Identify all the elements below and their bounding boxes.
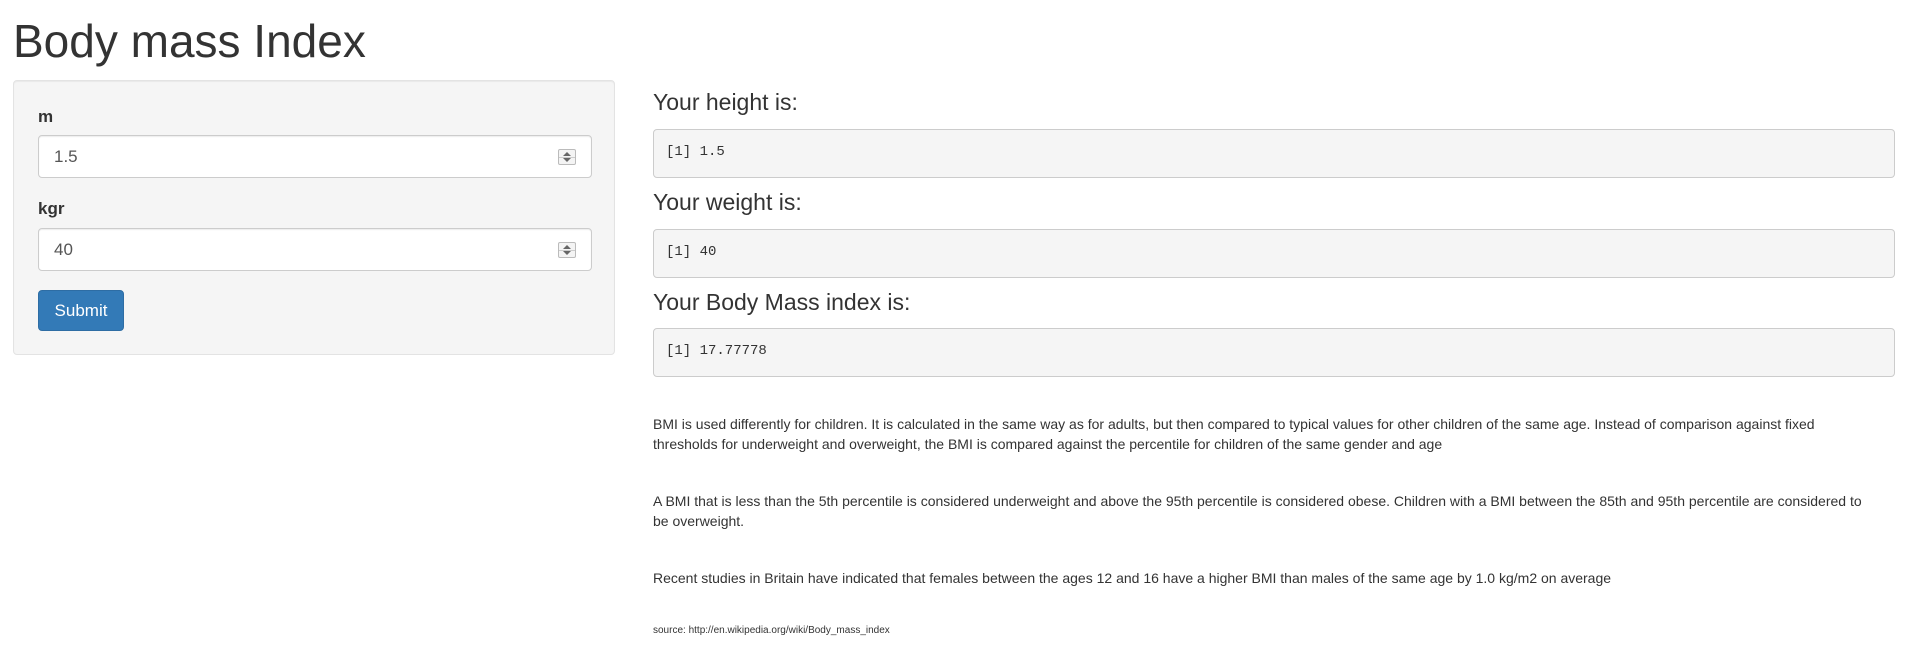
- increment-arrow-icon[interactable]: [563, 245, 571, 249]
- page: Body mass Index m 1.5 kgr 40 Submit Your…: [0, 0, 1920, 660]
- bmi-heading: Your Body Mass index is:: [653, 289, 911, 315]
- input-panel: m 1.5 kgr 40 Submit: [13, 80, 615, 355]
- height-input-value: 1.5: [54, 147, 78, 166]
- britain-study-paragraph: Recent studies in Britain have indicated…: [653, 570, 1612, 586]
- increment-arrow-icon[interactable]: [563, 152, 571, 156]
- page-title: Body mass Index: [13, 15, 366, 67]
- weight-spinner[interactable]: [558, 242, 576, 258]
- weight-input-value: 40: [54, 240, 73, 259]
- children-bmi-paragraph: BMI is used differently for children. It…: [653, 416, 1815, 452]
- submit-button[interactable]: Submit: [38, 290, 124, 331]
- height-heading: Your height is:: [653, 89, 798, 115]
- source-note: source: http://en.wikipedia.org/wiki/Bod…: [653, 625, 890, 636]
- height-input[interactable]: 1.5: [38, 135, 592, 178]
- height-label: m: [38, 107, 54, 126]
- weight-label: kgr: [38, 199, 65, 218]
- weight-input[interactable]: 40: [38, 228, 592, 271]
- decrement-arrow-icon[interactable]: [563, 251, 571, 255]
- decrement-arrow-icon[interactable]: [563, 158, 571, 162]
- height-output: [1] 1.5: [653, 129, 1895, 178]
- bmi-output: [1] 17.77778: [653, 328, 1895, 377]
- weight-output: [1] 40: [653, 229, 1895, 278]
- percentile-paragraph: A BMI that is less than the 5th percenti…: [653, 493, 1862, 529]
- weight-heading: Your weight is:: [653, 189, 802, 215]
- height-spinner[interactable]: [558, 149, 576, 165]
